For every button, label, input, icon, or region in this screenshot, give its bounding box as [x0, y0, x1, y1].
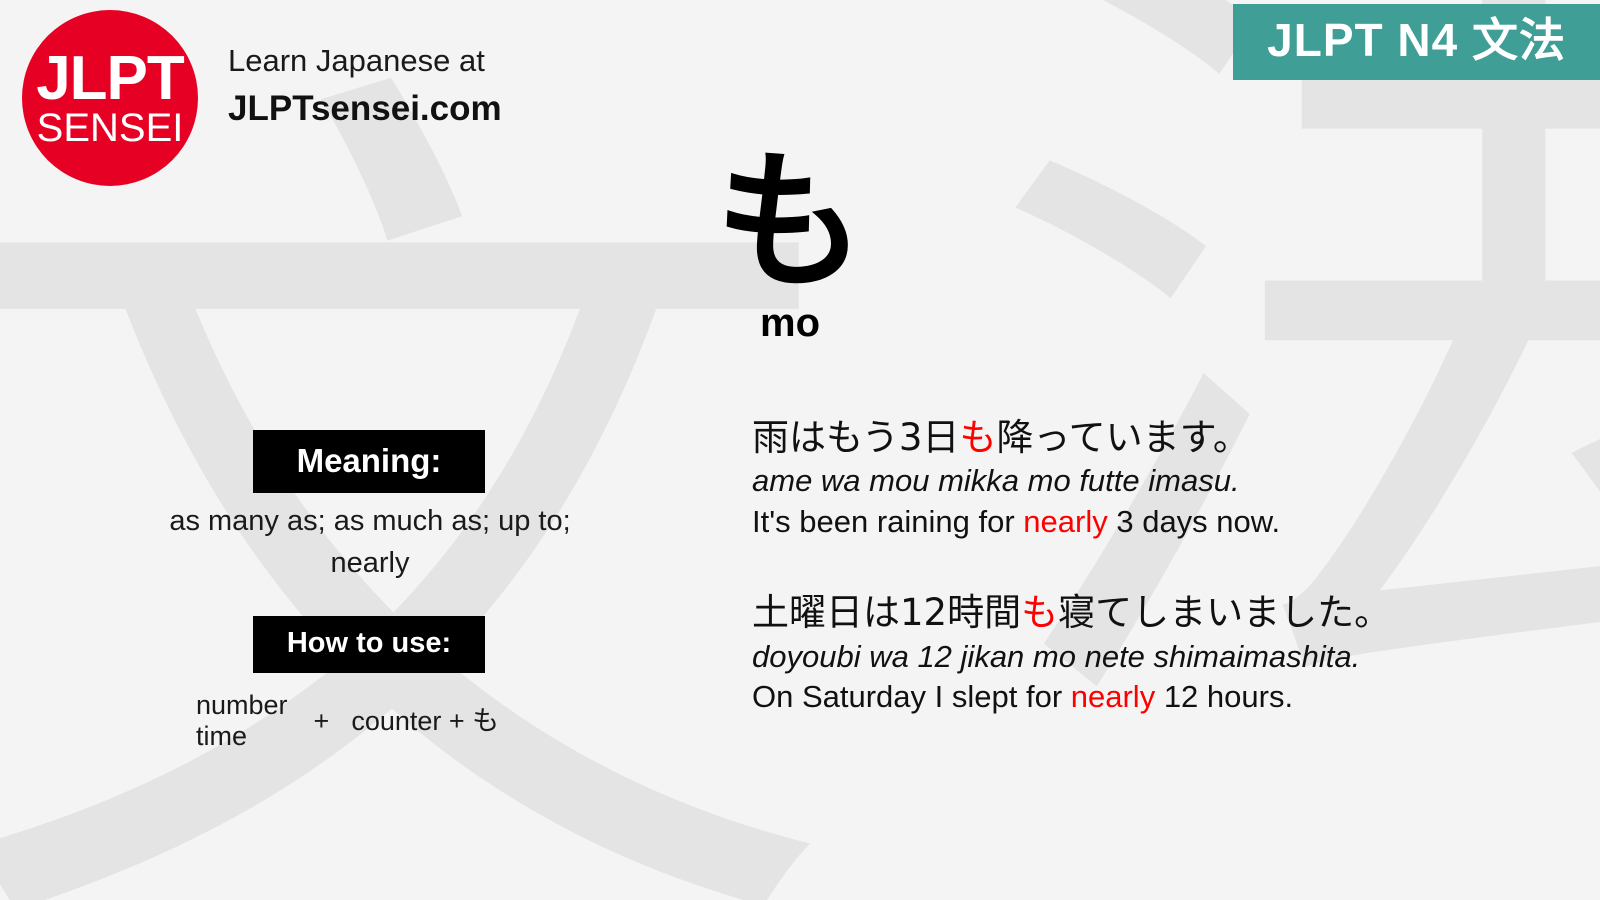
example-japanese-highlight: も — [959, 416, 997, 459]
grammar-point-romaji: mo — [760, 301, 820, 345]
example-english-highlight: nearly — [1023, 504, 1108, 540]
example-english-after: 3 days now. — [1107, 504, 1281, 540]
logo-jlpt-text: JLPT — [36, 44, 185, 113]
example-japanese: 土曜日は12時間も寝てしまいました。 — [752, 589, 1582, 636]
jlpt-sensei-logo[interactable]: JLPT SENSEI — [22, 10, 198, 186]
example-english: It's been raining for nearly 3 days now. — [752, 502, 1582, 543]
example-japanese-after: 寝てしまいました。 — [1058, 591, 1392, 635]
meaning-text: as many as; as much as; up to; nearly — [169, 505, 571, 580]
example-romaji: doyoubi wa 12 jikan mo nete shimaimashit… — [752, 638, 1361, 674]
example-japanese-highlight: も — [1021, 591, 1059, 635]
how-to-use-formula: number time + counter + も — [196, 690, 499, 752]
how-to-use-plus-sign: + — [313, 705, 330, 736]
grammar-card: 文 法 JLPT SENSEI Learn Japanese at JLPTse… — [0, 0, 1600, 900]
how-to-use-label: How to use: — [253, 616, 485, 673]
example-sentences: 雨はもう3日も降っています。 ame wa mou mikka mo futte… — [752, 414, 1582, 764]
example-english-highlight: nearly — [1070, 679, 1156, 715]
meaning-label: Meaning: — [253, 430, 485, 493]
example-english-after: 12 hours. — [1155, 679, 1294, 715]
example-english: On Saturday I slept for nearly 12 hours. — [752, 677, 1582, 718]
example-japanese-after: 降っています。 — [996, 416, 1250, 459]
example-japanese: 雨はもう3日も降っています。 — [752, 414, 1582, 461]
tagline-learn-japanese: Learn Japanese at — [228, 43, 485, 78]
example-block: 雨はもう3日も降っています。 ame wa mou mikka mo futte… — [752, 414, 1582, 543]
example-english-before: It's been raining for — [752, 504, 1024, 540]
how-to-use-term-time: time — [196, 721, 248, 752]
example-block: 土曜日は12時間も寝てしまいました。 doyoubi wa 12 jikan m… — [752, 589, 1582, 718]
example-japanese-before: 雨はもう3日 — [752, 416, 960, 459]
tagline-website: JLPTsensei.com — [228, 89, 502, 128]
jlpt-level-banner: JLPT N4 文法 — [1233, 4, 1600, 81]
grammar-point-kana: も — [714, 136, 865, 310]
example-japanese-before: 土曜日は12時間 — [752, 591, 1022, 635]
example-romaji: ame wa mou mikka mo futte imasu. — [752, 463, 1240, 499]
logo-sensei-text: SENSEI — [36, 106, 184, 150]
how-to-use-left-terms: number time — [196, 690, 288, 752]
example-english-before: On Saturday I slept for — [752, 679, 1071, 715]
how-to-use-tail: counter + も — [351, 705, 500, 736]
how-to-use-term-number: number — [196, 690, 288, 720]
